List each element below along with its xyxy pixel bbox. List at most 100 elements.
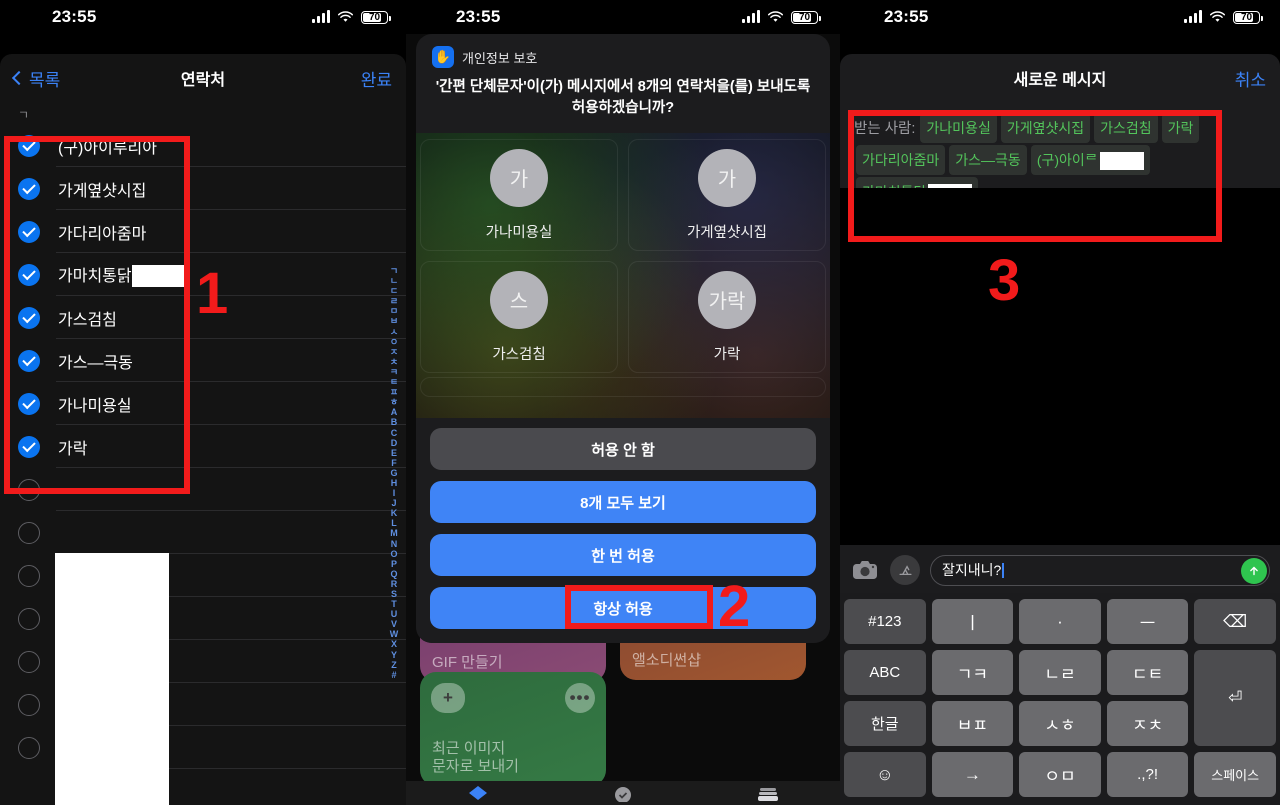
index-letter[interactable]: K xyxy=(391,508,398,518)
index-letter[interactable]: V xyxy=(391,619,397,629)
allow-once-button[interactable]: 한 번 허용 xyxy=(430,534,816,576)
key-[interactable]: ㄱㅋ xyxy=(931,650,1014,695)
index-letter[interactable]: ㅋ xyxy=(390,367,398,377)
return-icon[interactable]: ⏎ xyxy=(1194,650,1276,746)
index-letter[interactable]: M xyxy=(390,528,398,538)
checkbox-unchecked-icon[interactable] xyxy=(18,564,40,587)
checkbox-checked-icon[interactable] xyxy=(18,435,40,458)
checkbox-checked-icon[interactable] xyxy=(18,392,40,415)
key-[interactable]: ㅂㅍ xyxy=(931,701,1014,746)
deny-button[interactable]: 허용 안 함 xyxy=(430,428,816,470)
key-[interactable]: .,?! xyxy=(1106,752,1189,797)
index-letter[interactable]: E xyxy=(391,448,397,458)
index-letter[interactable]: ㄹ xyxy=(390,296,398,306)
always-allow-button[interactable]: 항상 허용 xyxy=(430,587,816,629)
key-[interactable]: ㅇㅁ xyxy=(1019,752,1101,797)
index-letter[interactable]: B xyxy=(391,417,398,427)
contact-row[interactable]: 가락 xyxy=(0,425,406,468)
index-letter[interactable]: X xyxy=(391,639,397,649)
checkbox-checked-icon[interactable] xyxy=(18,263,40,286)
index-letter[interactable]: T xyxy=(391,599,397,609)
contact-row[interactable]: 가다리아줌마 xyxy=(0,210,406,253)
index-letter[interactable]: ㅇ xyxy=(390,337,398,347)
index-letter[interactable]: U xyxy=(391,609,398,619)
emoji-icon[interactable]: ☺ xyxy=(844,752,926,797)
key-[interactable]: ㅈㅊ xyxy=(1106,701,1189,746)
key-[interactable]: ㄴㄹ xyxy=(1019,650,1101,695)
checkbox-checked-icon[interactable] xyxy=(18,134,40,157)
more-dots-icon[interactable]: ••• xyxy=(565,683,595,713)
index-letter[interactable]: ㄴ xyxy=(390,276,398,286)
checkbox-checked-icon[interactable] xyxy=(18,306,40,329)
wallet-icon[interactable] xyxy=(755,784,781,802)
checkbox-checked-icon[interactable] xyxy=(18,220,40,243)
cancel-button[interactable]: 취소 xyxy=(1235,66,1266,91)
index-letter[interactable]: N xyxy=(391,539,398,549)
index-letter[interactable]: ㅊ xyxy=(390,357,398,367)
key-[interactable]: · xyxy=(1019,599,1101,644)
index-letter[interactable]: ㅅ xyxy=(390,327,398,337)
recipient-chip[interactable]: 가락 xyxy=(1161,113,1200,143)
recipient-chip[interactable]: 가스검침 xyxy=(1094,113,1158,143)
index-letter[interactable]: ㅁ xyxy=(390,306,398,316)
index-letter[interactable]: ㄷ xyxy=(390,286,398,296)
index-letter[interactable]: J xyxy=(391,498,396,508)
index-letter[interactable]: O xyxy=(390,549,397,559)
index-letter[interactable]: ㅌ xyxy=(390,377,398,387)
key-#123[interactable]: #123 xyxy=(844,599,926,644)
contact-row[interactable]: (구)아이루리아 xyxy=(0,124,406,167)
contact-row[interactable]: 가나미용실 xyxy=(0,382,406,425)
contact-row[interactable]: 가마치통닭 xyxy=(0,253,406,296)
contact-row[interactable] xyxy=(0,468,406,511)
backspace-icon[interactable]: ⌫ xyxy=(1194,599,1276,644)
index-letter[interactable]: Z xyxy=(391,660,397,670)
checkbox-checked-icon[interactable] xyxy=(18,177,40,200)
reminders-icon[interactable] xyxy=(610,784,636,802)
contact-row[interactable]: 가스—극동 xyxy=(0,339,406,382)
index-letter[interactable]: ㅈ xyxy=(390,347,398,357)
message-input[interactable]: 잘지내니? xyxy=(930,554,1270,586)
send-arrow-up-icon[interactable] xyxy=(1241,557,1267,584)
checkbox-unchecked-icon[interactable] xyxy=(18,736,40,759)
key-스페이스[interactable]: 스페이스 xyxy=(1194,752,1276,797)
index-letter[interactable]: W xyxy=(390,629,399,639)
key-[interactable]: ㅡ xyxy=(1106,599,1189,644)
index-letter[interactable]: Y xyxy=(391,650,397,660)
alphabet-index-rail[interactable]: ㄱㄴㄷㄹㅁㅂㅅㅇㅈㅊㅋㅌㅍㅎABCDEFGHIJKLMNOPQRSTUVWXYZ… xyxy=(387,266,401,680)
index-letter[interactable]: R xyxy=(391,579,398,589)
shortcuts-icon[interactable] xyxy=(465,784,491,802)
recipient-chip[interactable]: 가다리아줌마 xyxy=(856,145,946,175)
checkbox-unchecked-icon[interactable] xyxy=(18,650,40,673)
contact-row[interactable]: 가스검침 xyxy=(0,296,406,339)
index-letter[interactable]: F xyxy=(391,458,397,468)
recipient-chip[interactable]: 가나미용실 xyxy=(920,113,997,143)
key-한글[interactable]: 한글 xyxy=(844,701,926,746)
checkbox-unchecked-icon[interactable] xyxy=(18,693,40,716)
key-[interactable]: ㅣ xyxy=(931,599,1014,644)
checkbox-unchecked-icon[interactable] xyxy=(18,478,40,501)
key-[interactable]: → xyxy=(931,752,1014,797)
index-letter[interactable]: ㄱ xyxy=(390,266,398,276)
contact-row[interactable]: 가게옆샷시집 xyxy=(0,167,406,210)
recipient-chip[interactable]: 가스—극동 xyxy=(949,145,1027,175)
camera-icon[interactable] xyxy=(850,555,880,585)
key-[interactable]: ㅅㅎ xyxy=(1019,701,1101,746)
index-letter[interactable]: L xyxy=(391,518,397,528)
key-ABC[interactable]: ABC xyxy=(844,650,926,695)
index-letter[interactable]: C xyxy=(391,428,398,438)
index-letter[interactable]: ㅎ xyxy=(390,397,398,407)
index-letter[interactable]: ㅍ xyxy=(390,387,398,397)
index-letter[interactable]: D xyxy=(391,438,398,448)
index-letter[interactable]: H xyxy=(391,478,398,488)
key-[interactable]: ㄷㅌ xyxy=(1106,650,1189,695)
checkbox-checked-icon[interactable] xyxy=(18,349,40,372)
index-letter[interactable]: Q xyxy=(390,569,397,579)
index-letter[interactable]: A xyxy=(391,407,398,417)
checkbox-unchecked-icon[interactable] xyxy=(18,521,40,544)
index-letter[interactable]: G xyxy=(390,468,397,478)
index-letter[interactable]: P xyxy=(391,559,397,569)
view-all-button[interactable]: 8개 모두 보기 xyxy=(430,481,816,523)
contact-row[interactable] xyxy=(0,511,406,554)
index-letter[interactable]: I xyxy=(393,488,396,498)
index-letter[interactable]: ㅂ xyxy=(390,316,398,326)
